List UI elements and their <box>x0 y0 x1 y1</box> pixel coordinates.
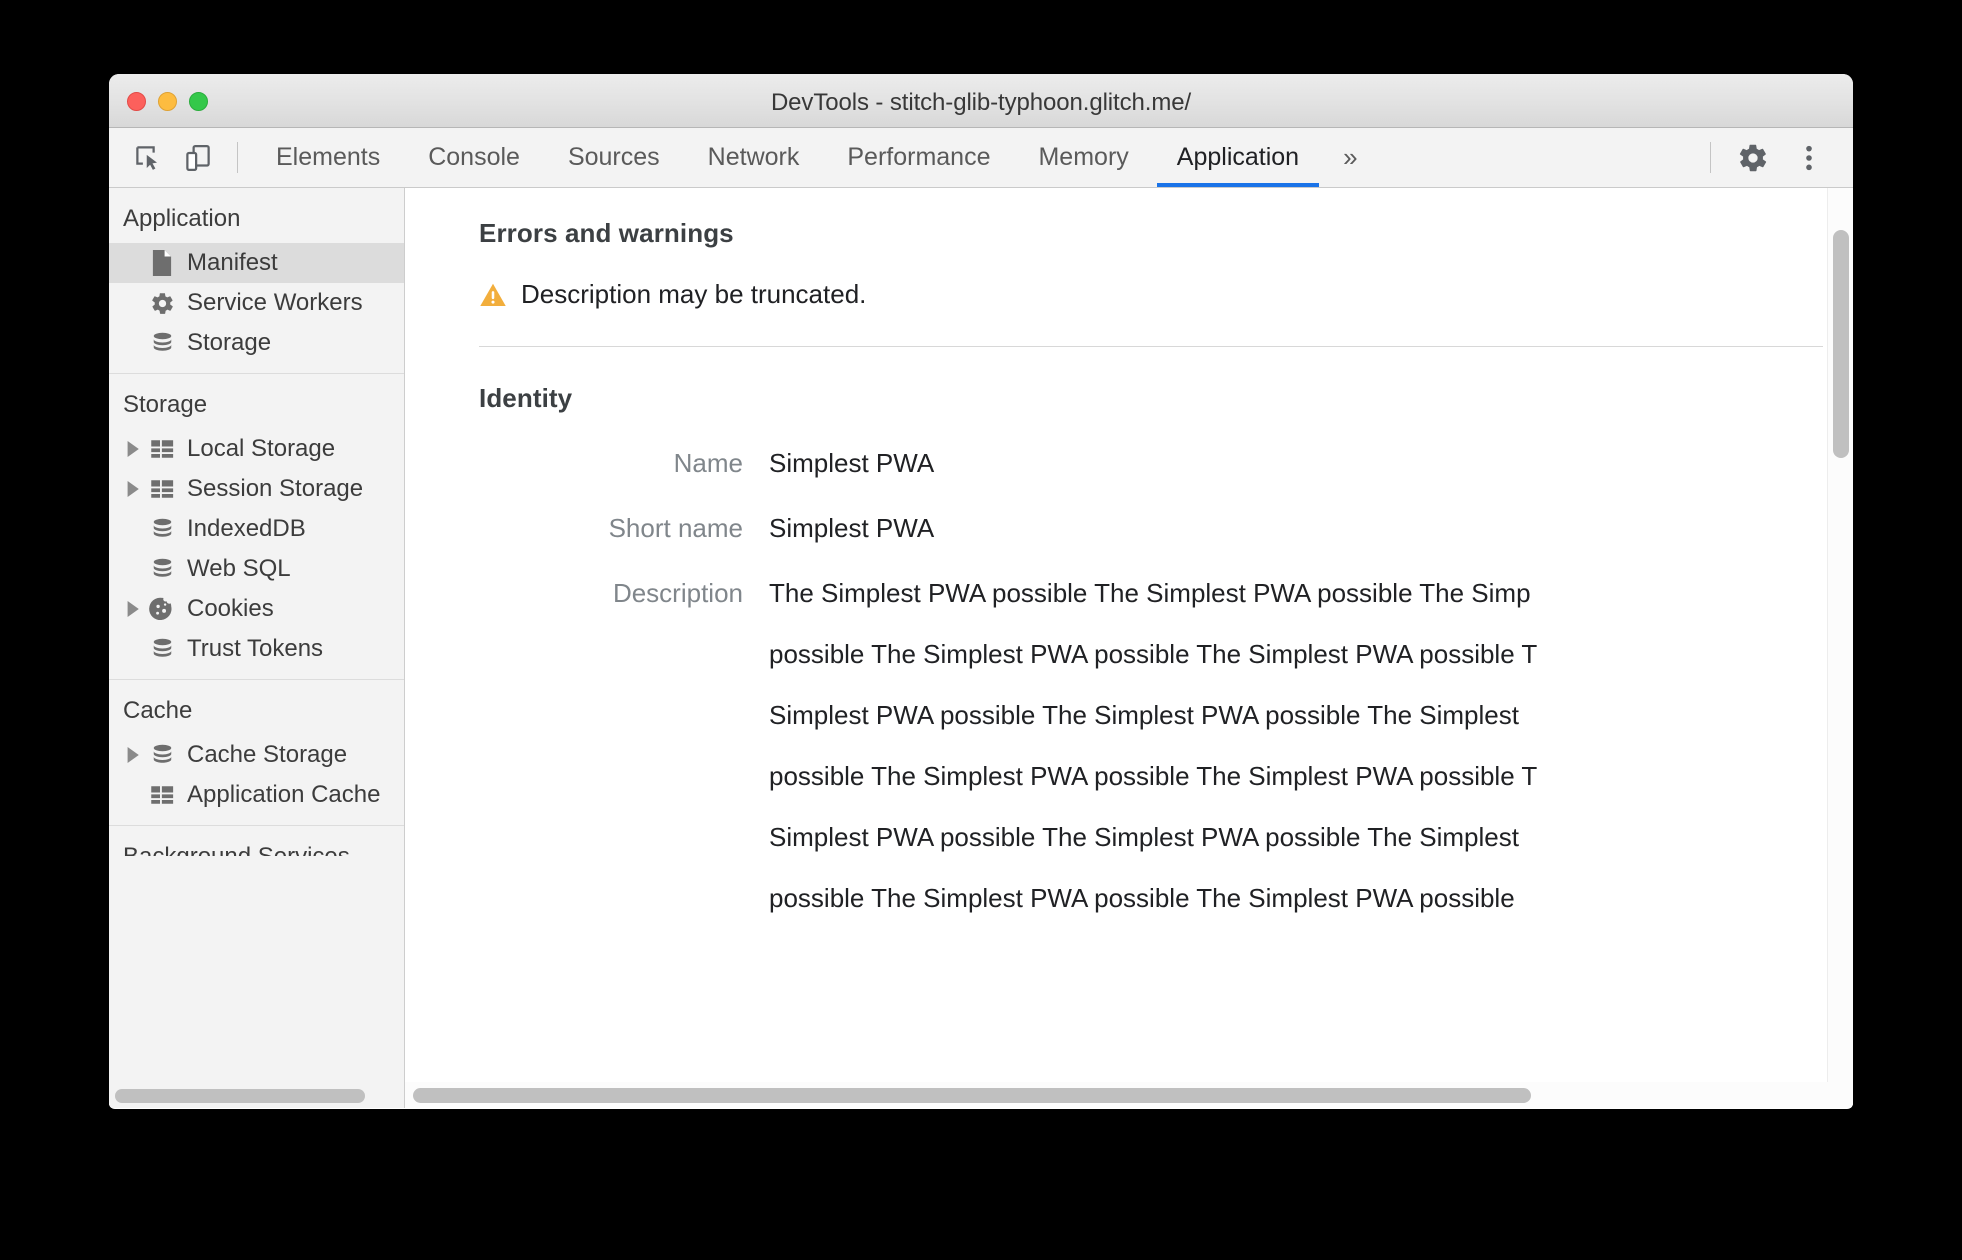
sidebar-item-storage[interactable]: Storage <box>109 323 404 363</box>
sidebar-item-label: Web SQL <box>187 555 291 582</box>
description-line: possible The Simplest PWA possible The S… <box>769 639 1538 669</box>
window-title: DevTools - stitch-glib-typhoon.glitch.me… <box>770 89 1192 116</box>
tab-sources[interactable]: Sources <box>544 128 684 187</box>
toolbar-divider-right <box>1710 142 1711 173</box>
devtools-body: Application Manifest Service Workers Sto… <box>109 188 1853 1108</box>
sidebar-item-label: IndexedDB <box>187 515 306 542</box>
gear-icon <box>145 291 179 316</box>
field-row-name: Name Simplest PWA <box>479 448 1853 479</box>
identity-section-title: Identity <box>479 383 573 413</box>
chevron-right-icon[interactable] <box>123 481 145 497</box>
sidebar-header-storage: Storage <box>123 391 208 418</box>
field-label: Short name <box>608 513 743 543</box>
sidebar-item-label: Manifest <box>187 249 278 276</box>
sidebar-item-label: Service Workers <box>187 289 363 316</box>
scrollbar-thumb[interactable] <box>1833 230 1849 458</box>
warning-row: Description may be truncated. <box>479 279 1853 310</box>
sidebar-item-label: Cookies <box>187 595 274 622</box>
sidebar-header-application: Application <box>123 205 241 232</box>
sidebar-section-application: Application Manifest Service Workers Sto… <box>109 188 404 374</box>
database-icon <box>145 517 179 542</box>
table-icon <box>145 438 179 460</box>
chevron-right-icon[interactable] <box>123 747 145 763</box>
tab-memory[interactable]: Memory <box>1014 128 1152 187</box>
chevron-right-icon[interactable] <box>123 441 145 457</box>
database-icon <box>145 557 179 582</box>
description-line: possible The Simplest PWA possible The S… <box>769 761 1538 791</box>
database-icon <box>145 331 179 356</box>
description-line: Simplest PWA possible The Simplest PWA p… <box>769 700 1519 730</box>
panel-tabs: Elements Console Sources Network Perform… <box>252 128 1323 187</box>
sidebar-item-label: Application Cache <box>187 781 381 808</box>
devtools-toolbar: Elements Console Sources Network Perform… <box>109 128 1853 188</box>
database-icon <box>145 743 179 768</box>
sidebar-item-indexeddb[interactable]: IndexedDB <box>109 509 404 549</box>
document-icon <box>145 250 179 276</box>
manifest-content: Errors and warnings Description may be t… <box>405 188 1853 1082</box>
field-row-short-name: Short name Simplest PWA <box>479 513 1853 544</box>
kebab-menu-icon[interactable] <box>1781 128 1837 187</box>
sidebar-header-cache: Cache <box>123 697 193 724</box>
sidebar-item-web-sql[interactable]: Web SQL <box>109 549 404 589</box>
chevron-right-icon[interactable] <box>123 601 145 617</box>
sidebar-item-trust-tokens[interactable]: Trust Tokens <box>109 629 404 669</box>
main-vertical-scrollbar[interactable] <box>1827 188 1853 1082</box>
sidebar-item-local-storage[interactable]: Local Storage <box>109 429 404 469</box>
toolbar-divider-left <box>237 142 238 173</box>
devtools-window: DevTools - stitch-glib-typhoon.glitch.me… <box>109 74 1853 1109</box>
toolbar-right-group <box>1696 128 1853 187</box>
sidebar-item-label: Trust Tokens <box>187 635 324 662</box>
table-icon <box>145 478 179 500</box>
sidebar-section-storage: Storage Local Storage Session Storage In… <box>109 374 404 680</box>
tab-console[interactable]: Console <box>404 128 544 187</box>
sidebar-item-label: Local Storage <box>187 435 336 462</box>
sidebar-item-manifest[interactable]: Manifest <box>109 243 404 283</box>
tab-application[interactable]: Application <box>1153 128 1323 187</box>
device-toolbar-icon[interactable] <box>173 128 223 187</box>
tab-elements[interactable]: Elements <box>252 128 404 187</box>
sidebar-item-label: Storage <box>187 329 272 356</box>
sidebar-horizontal-scrollbar[interactable] <box>109 1084 404 1108</box>
tab-network[interactable]: Network <box>684 128 824 187</box>
sidebar-item-service-workers[interactable]: Service Workers <box>109 283 404 323</box>
warning-triangle-icon <box>479 282 507 308</box>
errors-and-warnings-section: Errors and warnings Description may be t… <box>405 188 1853 347</box>
sidebar-item-application-cache[interactable]: Application Cache <box>109 775 404 815</box>
description-line: Simplest PWA possible The Simplest PWA p… <box>769 822 1519 852</box>
sidebar-section-cache: Cache Cache Storage Application Cache <box>109 680 404 826</box>
field-label: Description <box>612 578 743 608</box>
description-value: The Simplest PWA possible The Simplest P… <box>769 578 1537 914</box>
field-value: Simplest PWA <box>769 448 935 478</box>
table-icon <box>145 784 179 806</box>
manifest-panel: Errors and warnings Description may be t… <box>405 188 1853 1108</box>
sidebar-item-label: Session Storage <box>187 475 364 502</box>
sidebar-item-session-storage[interactable]: Session Storage <box>109 469 404 509</box>
errors-section-title: Errors and warnings <box>479 218 734 248</box>
description-line: possible The Simplest PWA possible The S… <box>769 883 1515 913</box>
field-label: Name <box>673 448 743 478</box>
scrollbar-thumb[interactable] <box>413 1087 1531 1103</box>
scrollbar-thumb[interactable] <box>115 1089 365 1103</box>
gear-icon[interactable] <box>1725 128 1781 187</box>
sidebar-header-background-services: Background Services <box>109 826 404 856</box>
warning-message: Description may be truncated. <box>521 279 867 309</box>
more-tabs-icon[interactable]: » <box>1323 128 1377 187</box>
cookie-icon <box>145 596 179 622</box>
sidebar-item-label: Cache Storage <box>187 741 348 768</box>
sidebar-item-cache-storage[interactable]: Cache Storage <box>109 735 404 775</box>
field-row-description: Description The Simplest PWA possible Th… <box>479 578 1853 914</box>
application-sidebar: Application Manifest Service Workers Sto… <box>109 188 405 1108</box>
sidebar-item-cookies[interactable]: Cookies <box>109 589 404 629</box>
database-icon <box>145 637 179 662</box>
identity-section: Identity Name Simplest PWA Short name Si… <box>405 347 1853 914</box>
description-line: The Simplest PWA possible The Simplest P… <box>769 578 1531 608</box>
inspect-element-icon[interactable] <box>123 128 173 187</box>
main-horizontal-scrollbar[interactable] <box>405 1082 1853 1108</box>
field-value: Simplest PWA <box>769 513 935 543</box>
screen: DevTools - stitch-glib-typhoon.glitch.me… <box>0 0 1962 1260</box>
tab-performance[interactable]: Performance <box>823 128 1014 187</box>
window-titlebar: DevTools - stitch-glib-typhoon.glitch.me… <box>109 74 1853 128</box>
